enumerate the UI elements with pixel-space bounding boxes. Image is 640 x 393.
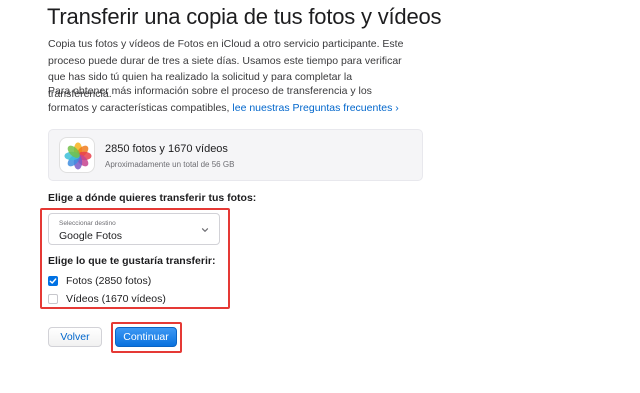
checkbox-row-photos[interactable]: Fotos (2850 fotos) bbox=[48, 274, 151, 288]
photos-app-icon bbox=[59, 137, 95, 173]
transfer-summary-card: 2850 fotos y 1670 vídeos Aproximadamente… bbox=[48, 129, 423, 181]
videos-checkbox[interactable] bbox=[48, 294, 58, 304]
content-label: Elige lo que te gustaría transferir: bbox=[48, 255, 216, 267]
back-button[interactable]: Volver bbox=[48, 327, 102, 347]
destination-label: Elige a dónde quieres transferir tus fot… bbox=[48, 192, 257, 204]
destination-select[interactable]: Seleccionar destino Google Fotos bbox=[48, 213, 220, 245]
destination-value: Google Fotos bbox=[59, 230, 123, 242]
photos-option-label: Fotos (2850 fotos) bbox=[66, 275, 152, 287]
photo-video-count: 2850 fotos y 1670 vídeos bbox=[105, 143, 228, 155]
total-size: Aproximadamente un total de 56 GB bbox=[105, 160, 235, 169]
info-text: Para obtener más información sobre el pr… bbox=[48, 83, 408, 116]
videos-option-label: Vídeos (1670 vídeos) bbox=[66, 293, 166, 305]
checkbox-row-videos[interactable]: Vídeos (1670 vídeos) bbox=[48, 292, 166, 306]
chevron-down-icon bbox=[201, 228, 209, 232]
checkmark-icon bbox=[49, 278, 57, 284]
continue-button[interactable]: Continuar bbox=[115, 327, 177, 347]
page-title: Transferir una copia de tus fotos y víde… bbox=[47, 4, 442, 29]
photos-checkbox[interactable] bbox=[48, 276, 58, 286]
destination-placeholder: Seleccionar destino bbox=[59, 220, 116, 227]
faq-link[interactable]: lee nuestras Preguntas frecuentes › bbox=[232, 102, 398, 114]
